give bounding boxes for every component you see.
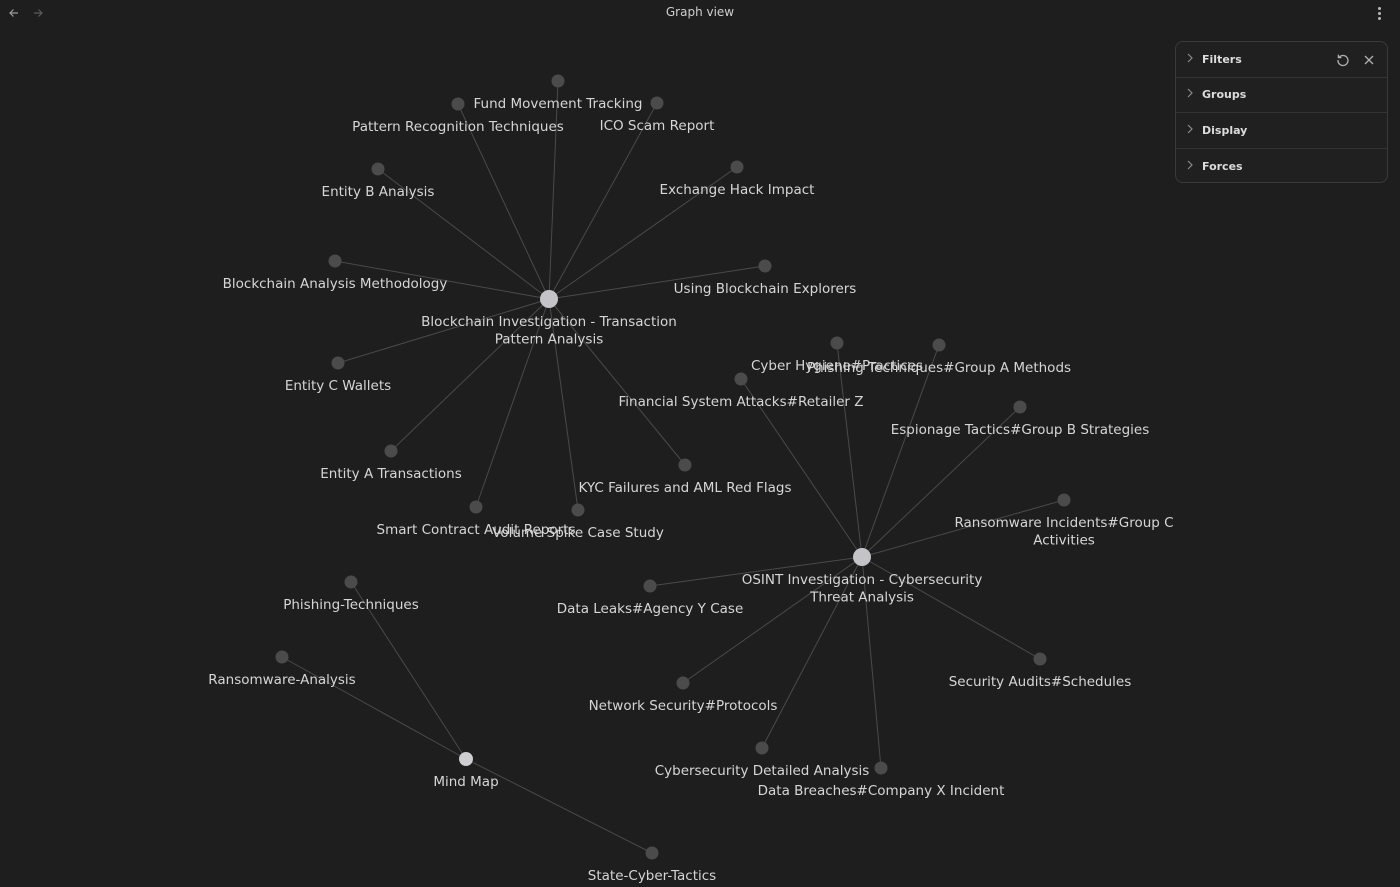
graph-node-label: ICO Scam Report — [600, 118, 715, 134]
section-label: Forces — [1202, 159, 1243, 173]
graph-node[interactable] — [830, 336, 844, 350]
graph-edge — [861, 344, 940, 558]
graph-node[interactable] — [755, 741, 769, 755]
section-label: Groups — [1202, 88, 1247, 102]
graph-node[interactable] — [469, 500, 483, 514]
graph-node-label: Security Audits#Schedules — [949, 674, 1132, 690]
graph-node-label: Activities — [1033, 533, 1095, 549]
graph-node-label: Pattern Recognition Techniques — [352, 119, 564, 135]
reset-icon[interactable] — [1335, 52, 1351, 68]
graph-node-label: Network Security#Protocols — [589, 698, 778, 714]
graph-node[interactable] — [734, 372, 748, 386]
graph-node[interactable] — [678, 458, 692, 472]
graph-node[interactable] — [571, 503, 585, 517]
graph-edge — [548, 80, 559, 300]
graph-node-label: Ransomware-Analysis — [208, 672, 355, 688]
graph-node-label: Phishing-Techniques — [283, 597, 419, 613]
forces-section[interactable]: Forces — [1176, 149, 1387, 185]
graph-node[interactable] — [451, 97, 465, 111]
graph-node-label: Blockchain Investigation - Transaction — [421, 314, 677, 330]
graph-node[interactable] — [932, 338, 946, 352]
filters-section[interactable]: Filters — [1176, 42, 1387, 78]
graph-node-label: Entity B Analysis — [322, 184, 435, 200]
graph-node-label: Financial System Attacks#Retailer Z — [618, 394, 863, 410]
graph-node[interactable] — [1033, 652, 1047, 666]
graph-node[interactable] — [730, 160, 744, 174]
graph-node-label: Espionage Tactics#Group B Strategies — [891, 422, 1150, 438]
graph-node-label: KYC Failures and AML Red Flags — [578, 480, 791, 496]
chevron-right-icon — [1186, 88, 1198, 101]
graph-node[interactable] — [371, 162, 385, 176]
graph-node-label: Data Breaches#Company X Incident — [758, 783, 1005, 799]
graph-node[interactable] — [344, 575, 358, 589]
graph-node-label: Fund Movement Tracking — [473, 96, 642, 112]
graph-node-label: Data Leaks#Agency Y Case — [557, 601, 744, 617]
graph-node-label: Ransomware Incidents#Group C — [954, 515, 1173, 531]
graph-node-label: Threat Analysis — [809, 590, 914, 606]
graph-node[interactable] — [331, 356, 345, 370]
graph-node-label: Phishing Techniques#Group A Methods — [807, 360, 1071, 376]
graph-node[interactable] — [1057, 493, 1071, 507]
graph-node-label: Cybersecurity Detailed Analysis — [655, 763, 870, 779]
graph-node[interactable] — [853, 548, 871, 566]
graph-node[interactable] — [551, 74, 565, 88]
section-label: Filters — [1202, 52, 1242, 66]
graph-node-label: Using Blockchain Explorers — [674, 281, 857, 297]
graph-node[interactable] — [540, 290, 558, 308]
section-label: Display — [1202, 123, 1248, 137]
graph-node[interactable] — [758, 259, 772, 273]
graph-edge — [475, 298, 550, 508]
chevron-right-icon — [1186, 160, 1198, 173]
graph-node-label: Exchange Hack Impact — [660, 182, 815, 198]
display-section[interactable]: Display — [1176, 113, 1387, 149]
graph-node[interactable] — [328, 254, 342, 268]
graph-node-label: Pattern Analysis — [495, 332, 603, 348]
graph-node[interactable] — [676, 676, 690, 690]
graph-node-label: Blockchain Analysis Methodology — [223, 276, 448, 292]
groups-section[interactable]: Groups — [1176, 78, 1387, 113]
close-icon[interactable] — [1361, 52, 1377, 68]
graph-node[interactable] — [650, 96, 664, 110]
graph-controls-panel: Filters Groups Display Forces — [1175, 41, 1388, 183]
graph-node-label: Entity A Transactions — [320, 466, 462, 482]
graph-node[interactable] — [874, 761, 888, 775]
chevron-right-icon — [1186, 124, 1198, 137]
graph-node[interactable] — [459, 752, 473, 766]
panel-actions — [1335, 52, 1377, 68]
graph-node-label: OSINT Investigation - Cybersecurity — [742, 572, 983, 588]
graph-node-label: Entity C Wallets — [285, 378, 391, 394]
graph-labels: Blockchain Investigation - Transaction Pa… — [208, 96, 1173, 884]
graph-node[interactable] — [645, 846, 659, 860]
graph-node-label: Volume Spike Case Study — [492, 525, 664, 541]
graph-node[interactable] — [275, 650, 289, 664]
graph-node-label: State-Cyber-Tactics — [588, 868, 716, 884]
graph-node[interactable] — [384, 444, 398, 458]
graph-node[interactable] — [643, 579, 657, 593]
graph-node-label: Mind Map — [433, 774, 498, 790]
graph-node[interactable] — [1013, 400, 1027, 414]
chevron-right-icon — [1186, 53, 1198, 66]
